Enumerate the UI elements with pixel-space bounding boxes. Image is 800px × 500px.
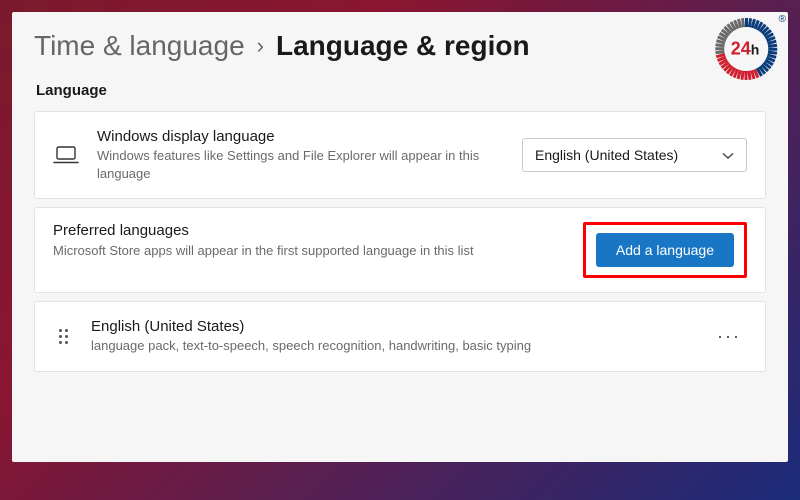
language-item-name: English (United States)	[91, 318, 693, 335]
breadcrumb-current: Language & region	[276, 30, 530, 62]
laptop-icon	[53, 142, 79, 168]
highlight-annotation: Add a language	[583, 222, 747, 278]
logo-number: 24	[731, 39, 751, 60]
preferred-languages-title: Preferred languages	[53, 222, 565, 239]
breadcrumb-parent[interactable]: Time & language	[34, 30, 245, 62]
logo-suffix: h	[751, 42, 760, 58]
display-language-title: Windows display language	[97, 128, 504, 145]
settings-panel: Time & language › Language & region Lang…	[12, 12, 788, 462]
section-heading-language: Language	[36, 82, 766, 99]
display-language-row: Windows display language Windows feature…	[34, 111, 766, 199]
display-language-select[interactable]: English (United States)	[522, 138, 747, 172]
chevron-down-icon	[722, 147, 734, 163]
display-language-desc: Windows features like Settings and File …	[97, 147, 504, 182]
registered-mark: ®	[779, 14, 786, 25]
language-item-row[interactable]: English (United States) language pack, t…	[34, 301, 766, 372]
preferred-languages-row: Preferred languages Microsoft Store apps…	[34, 207, 766, 293]
preferred-languages-desc: Microsoft Store apps will appear in the …	[53, 242, 565, 260]
display-language-selected: English (United States)	[535, 147, 678, 163]
brand-logo: 24h ®	[712, 16, 782, 86]
drag-handle-icon[interactable]	[53, 329, 73, 344]
breadcrumb: Time & language › Language & region	[34, 30, 766, 62]
chevron-right-icon: ›	[257, 33, 264, 59]
language-item-features: language pack, text-to-speech, speech re…	[91, 337, 693, 355]
more-options-button[interactable]: ···	[711, 322, 747, 351]
add-language-button[interactable]: Add a language	[596, 233, 734, 267]
